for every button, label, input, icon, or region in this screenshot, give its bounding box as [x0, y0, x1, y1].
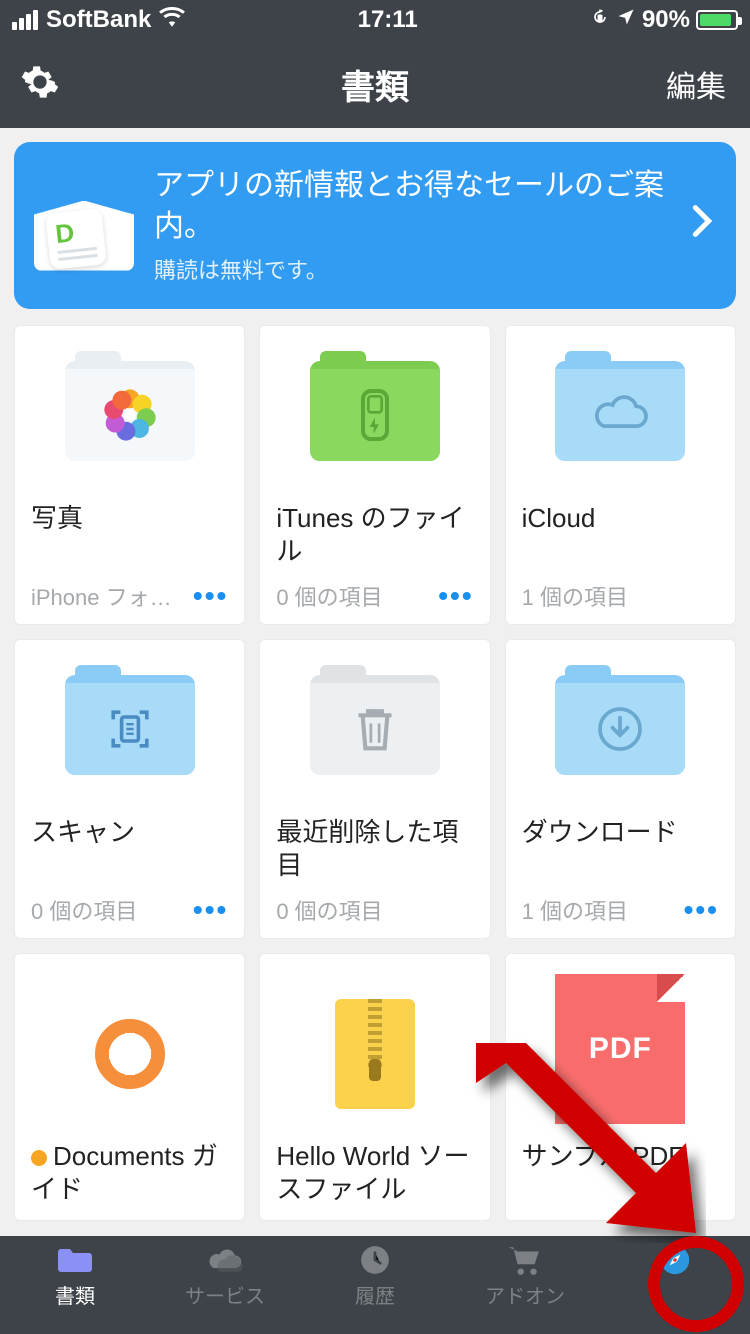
- chevron-right-icon: [692, 204, 712, 247]
- icloud-folder-icon: [555, 361, 685, 461]
- tile-subtitle: 0 個の項目: [276, 580, 382, 612]
- tile-title: 最近削除した項目: [276, 816, 473, 888]
- page-title: 書類: [341, 60, 409, 109]
- tile-subtitle: 1 個の項目: [522, 580, 628, 612]
- tile-subtitle: iPhone フォトラ…: [31, 580, 191, 612]
- tile-title: Hello World ソースファイル: [276, 1140, 473, 1220]
- signal-icon: [12, 10, 38, 30]
- tile-title: iTunes のファイル: [276, 502, 473, 574]
- tile-title: ダウンロード: [522, 816, 719, 888]
- newsletter-icon: D: [34, 181, 134, 271]
- tile-title: Documents ガイド: [31, 1140, 228, 1220]
- newsletter-banner[interactable]: D アプリの新情報とお得なセールのご案内。 購読は無料です。: [14, 142, 736, 309]
- battery-percent: 90%: [642, 6, 690, 34]
- tab-services[interactable]: サービス: [150, 1244, 300, 1334]
- rotation-lock-icon: [590, 6, 610, 34]
- battery-icon: [696, 10, 738, 30]
- tile-subtitle: 0 個の項目: [31, 894, 137, 926]
- folder-itunes-files[interactable]: iTunes のファイル 0 個の項目 •••: [259, 325, 490, 625]
- cloud-icon: [206, 1244, 244, 1276]
- tab-addons[interactable]: アドオン: [450, 1244, 600, 1334]
- status-bar: SoftBank 17:11 90%: [0, 0, 750, 40]
- zip-icon: [335, 999, 415, 1109]
- gear-icon: [20, 62, 60, 102]
- tab-history[interactable]: 履歴: [300, 1244, 450, 1334]
- folder-icloud[interactable]: iCloud 1 個の項目: [505, 325, 736, 625]
- tab-label: 履歴: [355, 1280, 395, 1309]
- tile-subtitle: 0 個の項目: [276, 894, 382, 926]
- file-sample-pdf[interactable]: PDF サンプル PDF: [505, 953, 736, 1221]
- tab-bar: 書類 サービス 履歴 アドオン: [0, 1236, 750, 1334]
- tile-subtitle: 1 個の項目: [522, 894, 628, 926]
- tile-title: iCloud: [522, 502, 719, 574]
- itunes-folder-icon: [310, 361, 440, 461]
- tab-documents[interactable]: 書類: [0, 1244, 150, 1334]
- folder-photos[interactable]: 写真 iPhone フォトラ… •••: [14, 325, 245, 625]
- scan-folder-icon: [65, 675, 195, 775]
- more-button[interactable]: •••: [193, 894, 228, 926]
- folder-icon: [56, 1244, 94, 1276]
- nav-bar: 書類 編集: [0, 40, 750, 128]
- pdf-icon: PDF: [555, 974, 685, 1124]
- tile-title: スキャン: [31, 816, 228, 888]
- edit-button[interactable]: 編集: [666, 62, 726, 106]
- tile-title: サンプル PDF: [522, 1140, 719, 1220]
- cart-icon: [506, 1244, 544, 1276]
- more-button[interactable]: •••: [193, 580, 228, 612]
- more-button[interactable]: •••: [438, 580, 473, 612]
- wifi-icon: [159, 6, 185, 34]
- file-hello-world-zip[interactable]: Hello World ソースファイル: [259, 953, 490, 1221]
- tab-label: アドオン: [485, 1280, 565, 1309]
- folder-recently-deleted[interactable]: 最近削除した項目 0 個の項目: [259, 639, 490, 939]
- status-time: 17:11: [358, 6, 418, 34]
- trash-folder-icon: [310, 675, 440, 775]
- compass-icon: [656, 1244, 694, 1276]
- folder-scan[interactable]: スキャン 0 個の項目 •••: [14, 639, 245, 939]
- lifebuoy-icon: [95, 1019, 165, 1089]
- update-badge: [31, 1150, 47, 1166]
- file-documents-guide[interactable]: Documents ガイド: [14, 953, 245, 1221]
- settings-button[interactable]: [20, 62, 60, 107]
- banner-subtitle: 購読は無料です。: [154, 253, 672, 285]
- banner-title: アプリの新情報とお得なセールのご案内。: [154, 166, 672, 247]
- tab-label: 書類: [55, 1280, 95, 1309]
- more-button[interactable]: •••: [684, 894, 719, 926]
- tile-title: 写真: [31, 502, 228, 574]
- carrier-label: SoftBank: [46, 6, 151, 34]
- folder-downloads[interactable]: ダウンロード 1 個の項目 •••: [505, 639, 736, 939]
- photos-folder-icon: [65, 361, 195, 461]
- location-icon: [616, 6, 636, 34]
- clock-icon: [356, 1244, 394, 1276]
- tab-label: サービス: [185, 1280, 265, 1309]
- tab-browser[interactable]: [600, 1244, 750, 1334]
- download-folder-icon: [555, 675, 685, 775]
